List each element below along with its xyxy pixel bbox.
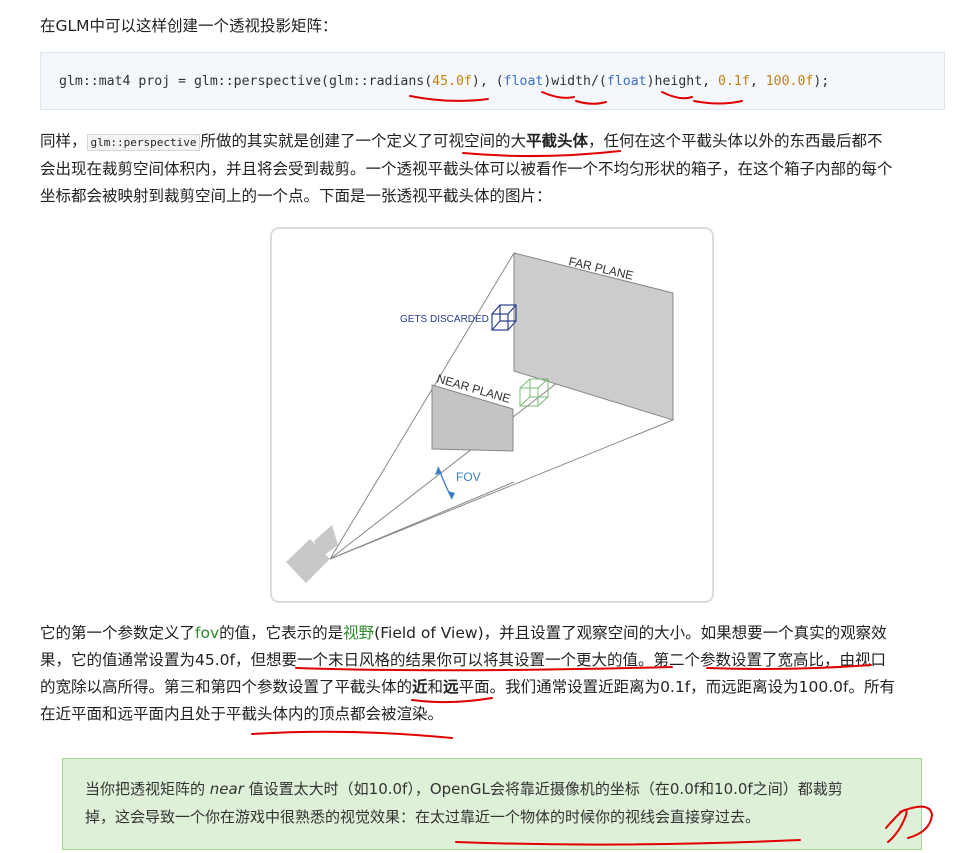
bold-term: 平截头体: [526, 132, 589, 150]
discarded-cube: [491, 304, 517, 331]
frustum-figure: FAR PLANE NEAR PLANE GETS DISCARDED FOV: [270, 227, 714, 603]
code-number: 100.0f: [765, 74, 814, 89]
text-span: 它的第一个参数定义了: [40, 624, 196, 642]
text-line: 果，它的值通常设置为45.0f，但想要一个末日风格的结果你可以将其设置一个更大的…: [40, 651, 886, 669]
code-part: )width/(: [543, 74, 607, 89]
text-line: 坐标都会被映射到裁剪空间上的一个点。下面是一张透视平截头体的图片：: [40, 187, 552, 205]
intro-text: 在GLM中可以这样创建一个透视投影矩阵：: [40, 17, 338, 35]
text-span: (Field of View)，并且设置了观察空间的大小。如果想要一个真实的观察…: [374, 624, 887, 642]
code-block: glm::mat4 proj = glm::perspective(glm::r…: [40, 52, 945, 110]
text-span: 和: [427, 678, 444, 696]
view-link[interactable]: 视野: [343, 624, 374, 642]
text-line: 会出现在裁剪空间体积内，并且将会受到裁剪。一个透视平截头体可以被看作一个不均匀形…: [40, 160, 893, 178]
note-box: 当你把透视矩阵的 near 值设置太大时（如10.0f），OpenGL会将靠近摄…: [62, 758, 922, 850]
frustum-diagram: FAR PLANE NEAR PLANE GETS DISCARDED FOV: [286, 252, 674, 583]
text-span: 当你把透视矩阵的: [85, 780, 210, 798]
code-part: ,: [749, 74, 766, 89]
underline-rendered: [251, 730, 453, 739]
text-span: 所做的其实就是创建了一个定义了可视空间的大: [200, 132, 526, 150]
code-keyword: float: [606, 74, 647, 89]
paragraph-parameters: 它的第一个参数定义了fov的值，它表示的是视野(Field of View)，并…: [40, 620, 895, 728]
near-term: near: [209, 780, 244, 798]
code-part: ), (: [471, 74, 504, 89]
bold-far: 远: [443, 678, 459, 696]
text-span: 同样，: [40, 132, 87, 150]
text-span: 值设置太大时（如10.0f），OpenGL会将靠近摄像机的坐标（在0.0f和10…: [243, 780, 843, 798]
code-part: );: [813, 74, 830, 89]
paragraph-frustum: 同样， glm::perspective 所做的其实就是创建了一个定义了可视空间的大…: [40, 128, 893, 210]
inline-code: glm::perspective: [86, 134, 201, 151]
code-part: )height,: [646, 74, 719, 89]
text-span: 平面。我们通常设置近距离为0.1f，而远距离设为100.0f。所有: [458, 678, 896, 696]
camera-icon: [286, 525, 338, 583]
code-keyword: float: [503, 74, 544, 89]
code-number: 0.1f: [718, 74, 750, 89]
code-number: 45.0f: [432, 74, 472, 89]
fov-link[interactable]: fov: [195, 624, 219, 642]
code-part: glm::mat4 proj = glm::perspective(glm::r…: [59, 74, 433, 89]
text-span: 的宽除以高所得。第三和第四个参数设置了平截头体的: [40, 678, 413, 696]
bold-near: 近: [412, 678, 428, 696]
text-span: 的值，它表示的是: [219, 624, 344, 642]
fov-arrow-bottom: [448, 491, 455, 499]
discarded-label: GETS DISCARDED: [400, 314, 489, 325]
fov-label: FOV: [456, 470, 481, 484]
text-line: 掉，这会导致一个你在游戏中很熟悉的视觉效果：在太过靠近一个物体的时候你的视线会直…: [85, 808, 761, 826]
text-line: 在近平面和远平面内且处于平截头体内的顶点都会被渲染。: [40, 705, 444, 723]
text-span: ，任何在这个平截头体以外的东西最后都不: [588, 132, 883, 150]
visible-cube: [519, 378, 549, 407]
